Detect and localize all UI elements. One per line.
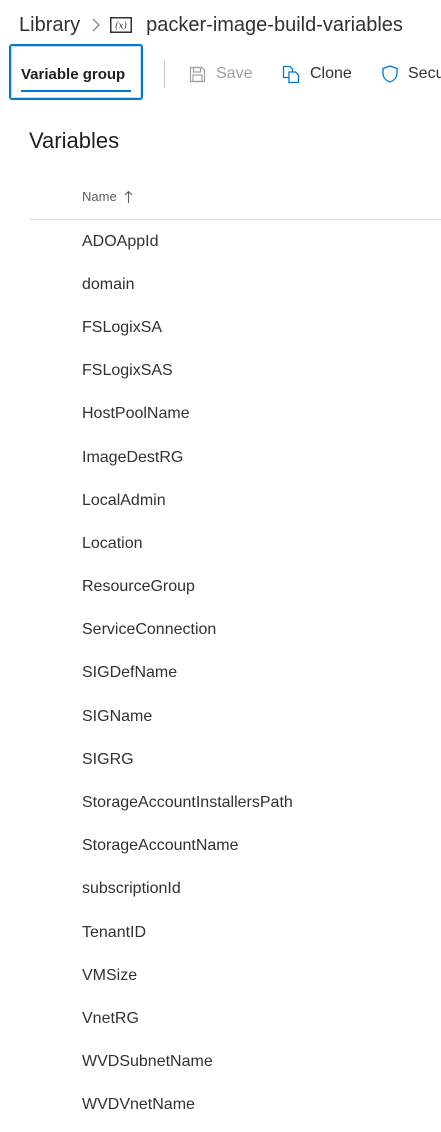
variable-name: WVDVnetName: [82, 1096, 195, 1114]
variable-name: StorageAccountInstallersPath: [82, 794, 293, 812]
clone-button[interactable]: Clone: [282, 62, 352, 86]
variable-row[interactable]: WVDVnetName: [0, 1084, 441, 1127]
variable-name: ServiceConnection: [82, 621, 217, 639]
variable-row[interactable]: SIGRG: [0, 738, 441, 781]
variable-row[interactable]: subscriptionId: [0, 868, 441, 911]
name-column-label: Name: [82, 189, 117, 204]
save-button[interactable]: Save: [189, 62, 252, 86]
name-column-header[interactable]: Name: [82, 189, 133, 204]
variable-name: SIGDefName: [82, 664, 178, 682]
tab-variable-group-label: Variable group: [21, 66, 126, 83]
variable-group-icon: (x): [110, 17, 133, 33]
variable-row[interactable]: FSLogixSA: [0, 306, 441, 349]
variable-name: HostPoolName: [82, 405, 190, 423]
variables-list: ADOAppId domain FSLogixSA FSLogixSAS HostPoo…: [0, 220, 441, 1127]
variable-name: VnetRG: [82, 1009, 139, 1027]
toolbar: Variable group Save Clone Secu: [0, 43, 441, 103]
clone-icon: [282, 65, 300, 84]
variable-row[interactable]: domain: [0, 263, 441, 306]
variable-row[interactable]: StorageAccountName: [0, 825, 441, 868]
variable-name: LocalAdmin: [82, 491, 166, 509]
variable-row[interactable]: ADOAppId: [0, 220, 441, 263]
variable-row[interactable]: TenantID: [0, 911, 441, 954]
variable-row[interactable]: WVDSubnetName: [0, 1041, 441, 1084]
variables-heading: Variables: [29, 128, 120, 153]
variable-name: FSLogixSA: [82, 318, 163, 336]
security-button[interactable]: Secu: [382, 62, 441, 86]
toolbar-divider: [164, 60, 165, 88]
chevron-right-icon: [92, 18, 101, 32]
security-button-label: Secu: [408, 65, 441, 82]
variable-name: TenantID: [82, 923, 147, 941]
variable-row[interactable]: LocalAdmin: [0, 479, 441, 522]
save-button-label: Save: [216, 65, 253, 82]
clone-button-label: Clone: [310, 65, 352, 82]
variable-name: subscriptionId: [82, 880, 181, 898]
variable-name: Location: [82, 534, 143, 552]
sort-ascending-icon: [124, 190, 133, 204]
variable-row[interactable]: SIGName: [0, 695, 441, 738]
breadcrumb: Library (x) packer-image-build-variables: [19, 8, 403, 42]
variable-row[interactable]: Location: [0, 522, 441, 565]
variable-name: StorageAccountName: [82, 837, 239, 855]
variable-row[interactable]: ResourceGroup: [0, 566, 441, 609]
breadcrumb-library-link[interactable]: Library: [19, 14, 80, 37]
variable-row[interactable]: VnetRG: [0, 997, 441, 1040]
variable-name: SIGName: [82, 707, 153, 725]
shield-icon: [382, 65, 398, 83]
variable-name: FSLogixSAS: [82, 362, 173, 380]
variable-name: ImageDestRG: [82, 448, 184, 466]
tab-selected-indicator: [21, 90, 131, 92]
page-title: packer-image-build-variables: [146, 13, 403, 36]
save-icon: [189, 66, 206, 83]
variable-row[interactable]: FSLogixSAS: [0, 350, 441, 393]
variable-name: SIGRG: [82, 750, 134, 768]
variable-row[interactable]: ServiceConnection: [0, 609, 441, 652]
variable-row[interactable]: SIGDefName: [0, 652, 441, 695]
variable-name: ResourceGroup: [82, 578, 195, 596]
variable-row[interactable]: ImageDestRG: [0, 436, 441, 479]
variable-name: ADOAppId: [82, 232, 159, 250]
svg-text:(x): (x): [115, 21, 128, 32]
variable-name: WVDSubnetName: [82, 1053, 213, 1071]
tab-variable-group[interactable]: Variable group: [9, 44, 143, 100]
variable-group-page: Library (x) packer-image-build-variables…: [0, 0, 441, 1132]
variable-row[interactable]: VMSize: [0, 954, 441, 997]
variable-name: VMSize: [82, 966, 138, 984]
variable-row[interactable]: StorageAccountInstallersPath: [0, 781, 441, 824]
variable-row[interactable]: HostPoolName: [0, 393, 441, 436]
variable-name: domain: [82, 275, 135, 293]
